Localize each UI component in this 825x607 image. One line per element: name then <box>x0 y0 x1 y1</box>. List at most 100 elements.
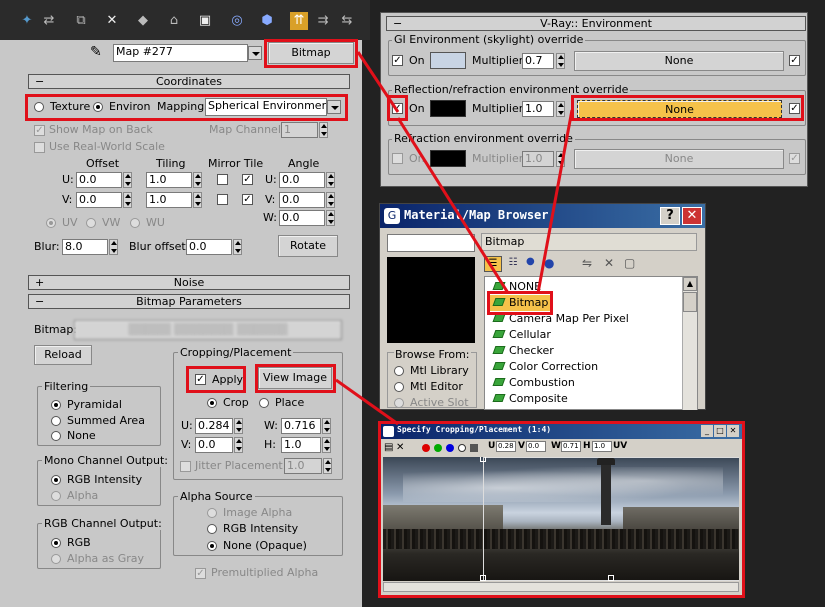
jitter-spinner[interactable] <box>323 458 332 474</box>
gi-on-checkbox[interactable]: ✓ <box>392 55 403 66</box>
crop-v-spinner[interactable] <box>234 437 243 453</box>
gi-color-swatch[interactable] <box>430 52 466 69</box>
tiling-u-spinner[interactable] <box>193 172 202 188</box>
angle-w-spinner[interactable] <box>326 210 335 226</box>
gi-multiplier-field[interactable]: 0.7 <box>522 53 554 69</box>
refraction-multiplier-spinner[interactable] <box>556 151 565 167</box>
map-item[interactable]: Combustion <box>492 375 575 391</box>
tiling-v-field[interactable]: 1.0 <box>146 192 192 208</box>
browser-search-field[interactable] <box>387 234 475 252</box>
offset-v-field[interactable]: 0.0 <box>76 192 122 208</box>
bitmap-path-button[interactable]: ▒▒▒▒▒ ▒▒▒▒▒▒▒ ▒▒▒▒▒▒ <box>74 320 342 340</box>
map-channel-spinner[interactable] <box>319 122 328 138</box>
mirror-u-checkbox[interactable] <box>217 174 228 185</box>
mono-rgb-intensity-radio[interactable] <box>51 475 61 485</box>
rotate-button[interactable]: Rotate <box>278 235 338 257</box>
reflection-color-swatch[interactable] <box>430 100 466 117</box>
blur-offset-spinner[interactable] <box>233 239 242 255</box>
vw-radio[interactable] <box>86 218 96 228</box>
summed-area-radio[interactable] <box>51 416 61 426</box>
wu-radio[interactable] <box>130 218 140 228</box>
map-channel-field[interactable]: 1 <box>281 122 318 138</box>
pyramidal-radio[interactable] <box>51 400 61 410</box>
reflection-multiplier-field[interactable]: 1.0 <box>522 101 554 117</box>
jitter-checkbox[interactable] <box>180 461 191 472</box>
offset-v-spinner[interactable] <box>123 192 132 208</box>
show-end-result-icon[interactable]: ⬢ <box>258 12 276 30</box>
show-map-icon[interactable]: ◎ <box>228 12 246 30</box>
place-radio[interactable] <box>259 398 269 408</box>
mtl-editor-radio[interactable] <box>394 382 404 392</box>
gi-multiplier-spinner[interactable] <box>556 53 565 69</box>
update-scene-icon[interactable]: ⇋ <box>582 256 600 272</box>
coordinates-rollout[interactable]: − Coordinates <box>28 74 350 89</box>
crop-v-field[interactable]: 0.0 <box>195 437 233 453</box>
angle-v-spinner[interactable] <box>326 192 335 208</box>
crop-u-spinner[interactable] <box>234 418 243 434</box>
reflection-multiplier-spinner[interactable] <box>556 101 565 117</box>
jitter-field[interactable]: 1.0 <box>284 458 322 474</box>
make-unique-icon[interactable]: ◆ <box>134 12 152 30</box>
blur-offset-field[interactable]: 0.0 <box>186 239 232 255</box>
map-item[interactable]: Color Correction <box>492 359 598 375</box>
mono-alpha-radio[interactable] <box>51 491 61 501</box>
offset-u-spinner[interactable] <box>123 172 132 188</box>
premultiplied-alpha-checkbox[interactable]: ✓ <box>195 568 206 579</box>
gi-map-button[interactable]: None <box>574 51 784 71</box>
crop-w-spinner[interactable] <box>322 418 331 434</box>
material-id-icon[interactable]: ▣ <box>196 12 214 30</box>
gi-map-checkbox[interactable]: ✓ <box>789 55 800 66</box>
crop-h-spinner[interactable] <box>322 437 331 453</box>
mtl-library-radio[interactable] <box>394 366 404 376</box>
delete-from-library-icon[interactable]: ✕ <box>604 256 622 272</box>
blur-spinner[interactable] <box>109 239 118 255</box>
reload-button[interactable]: Reload <box>34 345 92 365</box>
go-forward-icon[interactable]: ⇆ <box>338 12 356 30</box>
angle-w-field[interactable]: 0.0 <box>279 210 325 226</box>
eyedropper-icon[interactable]: ✎ <box>90 44 102 60</box>
image-alpha-radio[interactable] <box>207 508 217 518</box>
crop-u-field[interactable]: 0.284 <box>195 418 233 434</box>
assign-material-icon[interactable]: ⧉ <box>72 12 90 30</box>
go-sibling-icon[interactable]: ⇉ <box>314 12 332 30</box>
close-icon[interactable]: ✕ <box>682 207 702 225</box>
refraction-map-checkbox[interactable]: ✓ <box>789 153 800 164</box>
blur-field[interactable]: 8.0 <box>62 239 108 255</box>
tiling-u-field[interactable]: 1.0 <box>146 172 192 188</box>
view-small-icons-icon[interactable]: ● <box>526 256 540 272</box>
help-icon[interactable]: ? <box>660 207 680 225</box>
clear-library-icon[interactable]: ▢ <box>624 256 642 272</box>
map-name-dropdown[interactable] <box>248 46 262 60</box>
pick-material-icon[interactable]: ✦ <box>18 12 36 30</box>
tile-v-checkbox[interactable]: ✓ <box>242 194 253 205</box>
crop-radio[interactable] <box>207 398 217 408</box>
reset-map-icon[interactable]: ✕ <box>103 12 121 30</box>
put-library-icon[interactable]: ⌂ <box>165 12 183 30</box>
tile-u-checkbox[interactable]: ✓ <box>242 174 253 185</box>
active-slot-radio[interactable] <box>394 398 404 408</box>
filter-none-radio[interactable] <box>51 431 61 441</box>
map-item[interactable]: Composite <box>492 391 568 407</box>
uv-radio[interactable] <box>46 218 56 228</box>
tiling-v-spinner[interactable] <box>193 192 202 208</box>
angle-u-field[interactable]: 0.0 <box>279 172 325 188</box>
refraction-map-button[interactable]: None <box>574 149 784 169</box>
rgb-radio[interactable] <box>51 538 61 548</box>
refraction-color-swatch[interactable] <box>430 150 466 167</box>
put-material-icon[interactable]: ⇄ <box>40 12 58 30</box>
angle-v-field[interactable]: 0.0 <box>279 192 325 208</box>
angle-u-spinner[interactable] <box>326 172 335 188</box>
map-item[interactable]: Checker <box>492 343 554 359</box>
alpha-rgb-intensity-radio[interactable] <box>207 524 217 534</box>
scroll-up-icon[interactable]: ▲ <box>683 277 697 291</box>
vray-environment-rollout[interactable]: − V-Ray:: Environment <box>386 16 806 31</box>
go-parent-icon[interactable]: ⇈ <box>290 12 308 30</box>
bitmap-parameters-rollout[interactable]: − Bitmap Parameters <box>28 294 350 309</box>
alpha-as-gray-radio[interactable] <box>51 554 61 564</box>
refraction-multiplier-field[interactable]: 1.0 <box>522 151 554 167</box>
crop-h-field[interactable]: 1.0 <box>281 437 321 453</box>
crop-w-field[interactable]: 0.716 <box>281 418 321 434</box>
map-item[interactable]: Cellular <box>492 327 551 343</box>
map-name-field[interactable]: Map #277 <box>113 44 248 62</box>
view-list-icons-icon[interactable]: ☷ <box>504 256 522 272</box>
